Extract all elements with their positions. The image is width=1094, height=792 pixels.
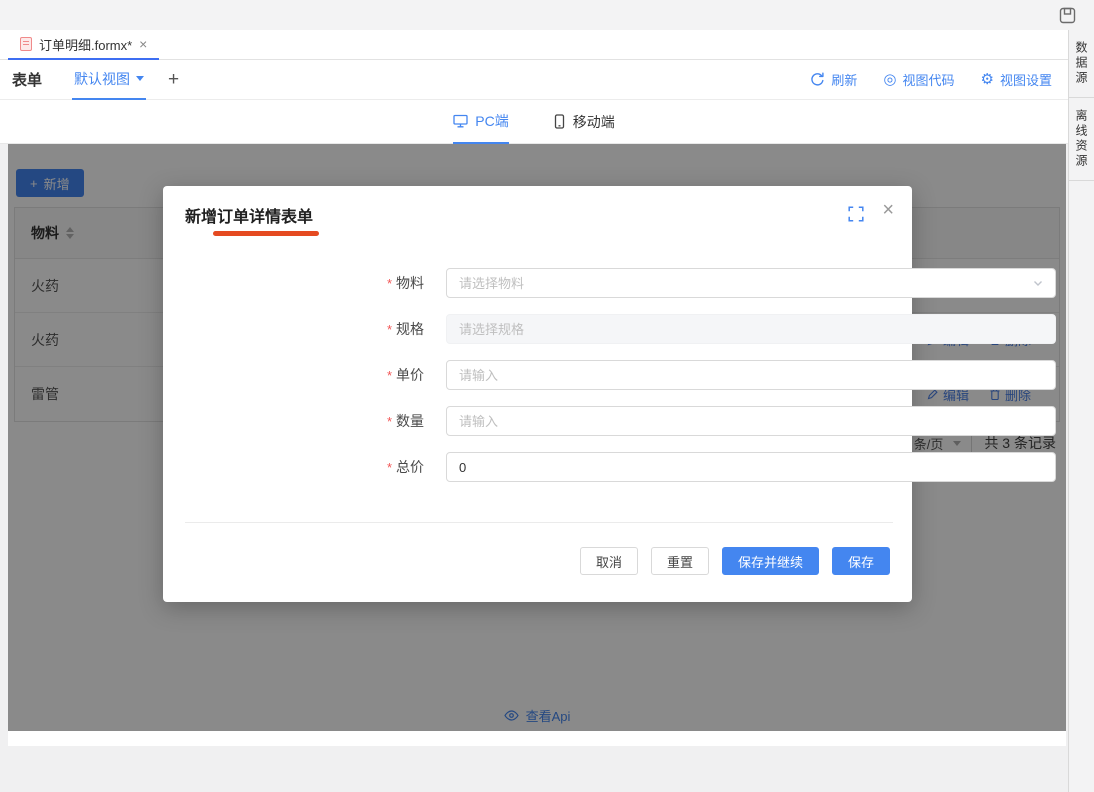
- view-code-button[interactable]: ◎ 视图代码: [883, 70, 954, 89]
- sidebar-item-offline-resources[interactable]: 离线资源: [1069, 98, 1094, 181]
- fullscreen-icon[interactable]: [848, 206, 864, 222]
- tab-pc[interactable]: PC端: [453, 100, 508, 144]
- spec-label: 规格: [396, 319, 424, 339]
- sidebar-item-label: 数据源: [1073, 41, 1090, 86]
- save-icon[interactable]: [1059, 7, 1076, 24]
- bottom-area: [0, 776, 1068, 792]
- required-asterisk: *: [387, 368, 392, 383]
- view-selector-dropdown[interactable]: 默认视图: [72, 60, 146, 100]
- device-tab-bar: PC端 移动端: [0, 100, 1068, 144]
- toolbar-right-group: 刷新 ◎ 视图代码 ⚙ 视图设置: [810, 70, 1068, 89]
- cancel-button[interactable]: 取消: [580, 547, 638, 575]
- add-view-button[interactable]: +: [168, 69, 179, 91]
- sidebar-item-label: 离线资源: [1073, 109, 1090, 169]
- add-order-detail-modal: 新增订单详情表单 × * 物料 * 规格 * 单价: [163, 186, 912, 602]
- mobile-icon: [553, 114, 566, 129]
- material-label: 物料: [396, 273, 424, 293]
- document-tab-bar: 订单明细.formx* ×: [0, 30, 1068, 60]
- tab-mobile[interactable]: 移动端: [553, 100, 615, 144]
- sidebar-item-data-source[interactable]: 数据源: [1069, 30, 1094, 98]
- total-price-label: 总价: [396, 457, 424, 477]
- view-settings-label: 视图设置: [1000, 70, 1052, 89]
- view-code-label: 视图代码: [903, 70, 955, 89]
- tab-mobile-label: 移动端: [573, 112, 615, 132]
- quantity-label: 数量: [396, 411, 424, 431]
- modal-footer: 取消 重置 保存并继续 保存: [580, 547, 890, 575]
- red-marker-annotation: [213, 231, 319, 236]
- toolbar: 表单 默认视图 + 刷新 ◎ 视图代码 ⚙: [0, 60, 1068, 100]
- required-asterisk: *: [387, 322, 392, 337]
- material-select[interactable]: [446, 268, 1056, 298]
- tab-pc-label: PC端: [475, 111, 508, 131]
- unit-price-label: 单价: [396, 365, 424, 385]
- reset-button[interactable]: 重置: [651, 547, 709, 575]
- modal-title: 新增订单详情表单: [185, 203, 313, 227]
- form-mode-label[interactable]: 表单: [12, 69, 42, 90]
- field-row-quantity: * 数量: [163, 406, 912, 436]
- monitor-icon: [453, 114, 468, 128]
- refresh-button[interactable]: 刷新: [810, 70, 857, 89]
- field-label: * 总价: [163, 452, 435, 482]
- view-code-icon: ◎: [883, 72, 896, 87]
- required-asterisk: *: [387, 460, 392, 475]
- required-asterisk: *: [387, 276, 392, 291]
- field-row-unit-price: * 单价: [163, 360, 912, 390]
- field-label: * 单价: [163, 360, 435, 390]
- unit-price-input[interactable]: [446, 360, 1056, 390]
- document-tab-title: 订单明细.formx*: [39, 35, 132, 54]
- field-row-total-price: * 总价: [163, 452, 912, 482]
- modal-footer-divider: [185, 522, 893, 523]
- main-column: 订单明细.formx* × 表单 默认视图 + 刷新: [0, 30, 1068, 144]
- field-label: * 数量: [163, 406, 435, 436]
- chevron-down-icon: [1032, 277, 1044, 289]
- document-icon: [20, 37, 32, 51]
- document-tab[interactable]: 订单明细.formx* ×: [8, 30, 159, 60]
- field-label: * 规格: [163, 314, 435, 344]
- field-label: * 物料: [163, 268, 435, 298]
- field-row-material: * 物料: [163, 268, 912, 298]
- view-selector-label: 默认视图: [74, 69, 130, 89]
- gear-icon: ⚙: [981, 72, 994, 87]
- view-settings-button[interactable]: ⚙ 视图设置: [981, 70, 1052, 89]
- quantity-input[interactable]: [446, 406, 1056, 436]
- spec-select: [446, 314, 1056, 344]
- app-window: 数据源 离线资源 订单明细.formx* × 表单 默认视图 +: [0, 0, 1094, 792]
- required-asterisk: *: [387, 414, 392, 429]
- total-price-input[interactable]: [446, 452, 1056, 482]
- refresh-icon: [810, 72, 825, 87]
- refresh-label: 刷新: [831, 70, 857, 89]
- close-icon[interactable]: ×: [882, 200, 894, 220]
- chevron-down-icon: [136, 76, 144, 81]
- tab-close-icon[interactable]: ×: [139, 37, 147, 51]
- top-strip: [0, 0, 1094, 30]
- field-row-spec: * 规格: [163, 314, 912, 344]
- right-sidebar: 数据源 离线资源: [1068, 30, 1094, 792]
- save-and-continue-button[interactable]: 保存并继续: [722, 547, 819, 575]
- save-button[interactable]: 保存: [832, 547, 890, 575]
